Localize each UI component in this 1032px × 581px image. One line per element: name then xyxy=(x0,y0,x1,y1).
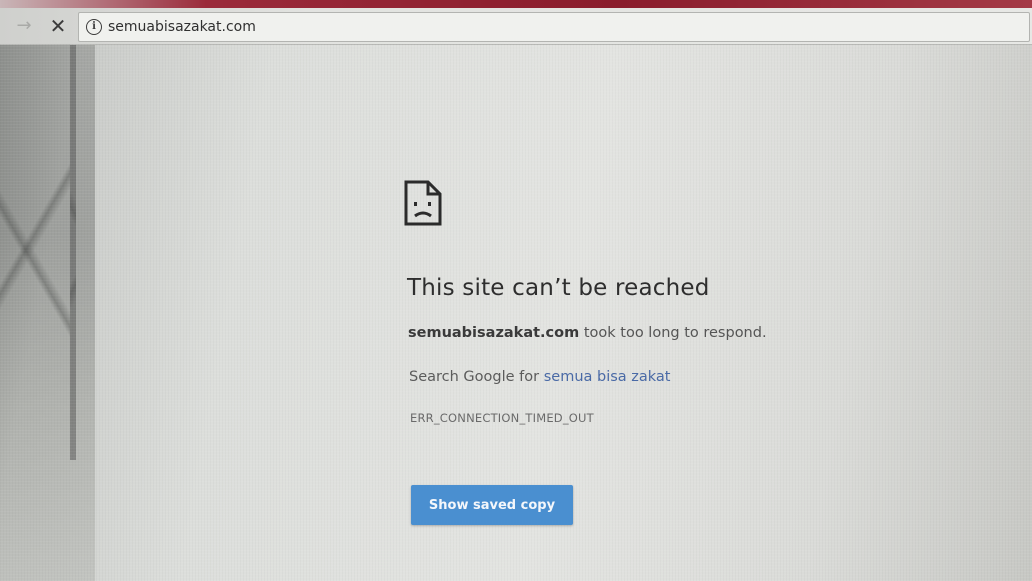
show-saved-copy-button[interactable]: Show saved copy xyxy=(411,485,573,525)
url-text[interactable]: semuabisazakat.com xyxy=(108,18,256,36)
search-suggestion: Search Google for semua bisa zakat xyxy=(409,369,671,385)
window-reflection xyxy=(0,40,76,460)
error-description: semuabisazakat.com took too long to resp… xyxy=(408,325,767,341)
error-description-suffix: took too long to respond. xyxy=(579,325,767,341)
sad-file-icon xyxy=(404,180,442,226)
info-icon[interactable]: i xyxy=(86,19,102,35)
error-code: ERR_CONNECTION_TIMED_OUT xyxy=(410,411,594,425)
arrow-right-icon[interactable]: → xyxy=(14,16,34,36)
error-title: This site can’t be reached xyxy=(407,275,710,301)
close-icon[interactable]: ✕ xyxy=(48,16,68,36)
error-host: semuabisazakat.com xyxy=(408,325,580,341)
address-bar[interactable]: i semuabisazakat.com xyxy=(78,12,1030,42)
search-prefix: Search Google for xyxy=(409,369,544,385)
search-query-link[interactable]: semua bisa zakat xyxy=(544,369,671,385)
browser-frame-top xyxy=(0,0,1032,8)
browser-toolbar: → ✕ i semuabisazakat.com xyxy=(0,8,1032,45)
